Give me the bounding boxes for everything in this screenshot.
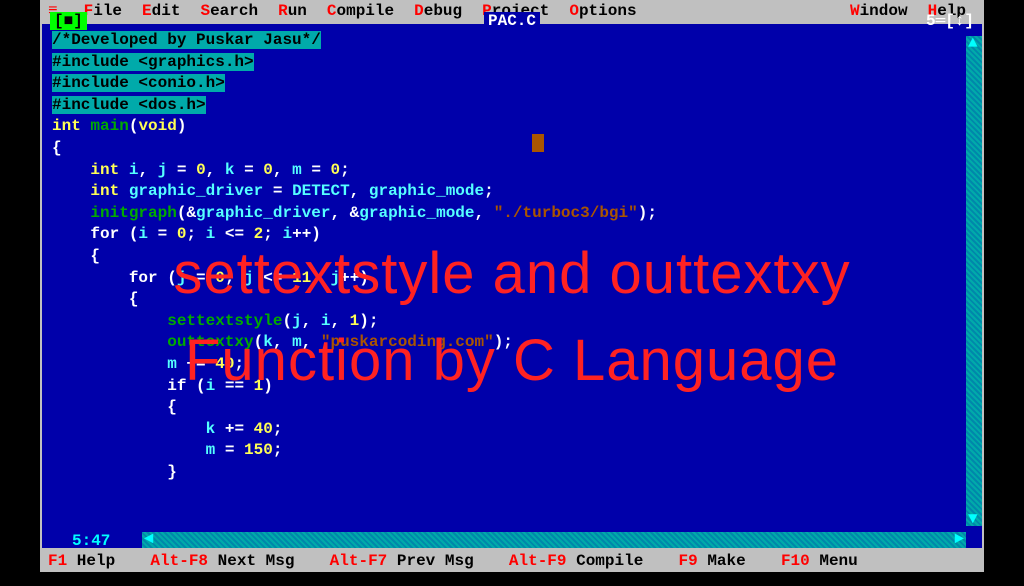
code-line: } [52,462,972,484]
vertical-scrollbar[interactable] [966,36,982,526]
code-editor[interactable]: /*Developed by Puskar Jasu*/#include <gr… [42,24,982,526]
menu-window[interactable]: Window [840,2,918,20]
menu-edit[interactable]: Edit [132,2,190,20]
editor-window: [■] PAC.C 5═[↕] /*Developed by Puskar Ja… [40,22,984,550]
code-line: settextstyle(j, i, 1); [52,311,972,333]
menu-search[interactable]: Search [190,2,268,20]
code-line: int i, j = 0, k = 0, m = 0; [52,160,972,182]
menu-options[interactable]: Options [559,2,646,20]
code-line: initgraph(&graphic_driver, &graphic_mode… [52,203,972,225]
code-line: int graphic_driver = DETECT, graphic_mod… [52,181,972,203]
status-alt-f9[interactable]: Alt-F9 Compile [509,552,643,570]
menu-bar: ≡ FileEditSearchRunCompileDebugProjectOp… [40,0,984,22]
menu-debug[interactable]: Debug [404,2,472,20]
menu-compile[interactable]: Compile [317,2,404,20]
text-cursor [532,134,544,152]
code-line: #include <graphics.h> [52,52,972,74]
code-line: { [52,397,972,419]
menu-project[interactable]: Project [472,2,559,20]
status-alt-f7[interactable]: Alt-F7 Prev Msg [330,552,474,570]
status-f1[interactable]: F1 Help [48,552,115,570]
code-line: { [52,138,972,160]
code-line: { [52,289,972,311]
status-f9[interactable]: F9 Make [679,552,746,570]
status-f10[interactable]: F10 Menu [781,552,858,570]
status-bar: F1 Help Alt-F8 Next Msg Alt-F7 Prev Msg … [40,550,984,572]
code-line: outtextxy(k, m, "puskarcoding.com"); [52,332,972,354]
code-line: m += 40; [52,354,972,376]
code-line: for (i = 0; i <= 2; i++) [52,224,972,246]
code-line: for (j = 0; j <= 11; j++) [52,268,972,290]
window-zoom-control[interactable]: 5═[↕] [926,12,974,30]
cursor-position-label: 5:47 [72,532,110,550]
code-line: /*Developed by Puskar Jasu*/ [52,30,972,52]
menu-run[interactable]: Run [268,2,317,20]
status-alt-f8[interactable]: Alt-F8 Next Msg [150,552,294,570]
code-line: k += 40; [52,419,972,441]
code-line: #include <conio.h> [52,73,972,95]
code-line: int main(void) [52,116,972,138]
window-close-control[interactable]: [■] [50,12,87,30]
code-line: #include <dos.h> [52,95,972,117]
code-line: { [52,246,972,268]
code-line: m = 150; [52,440,972,462]
code-line: if (i == 1) [52,376,972,398]
horizontal-scrollbar[interactable] [142,532,966,548]
